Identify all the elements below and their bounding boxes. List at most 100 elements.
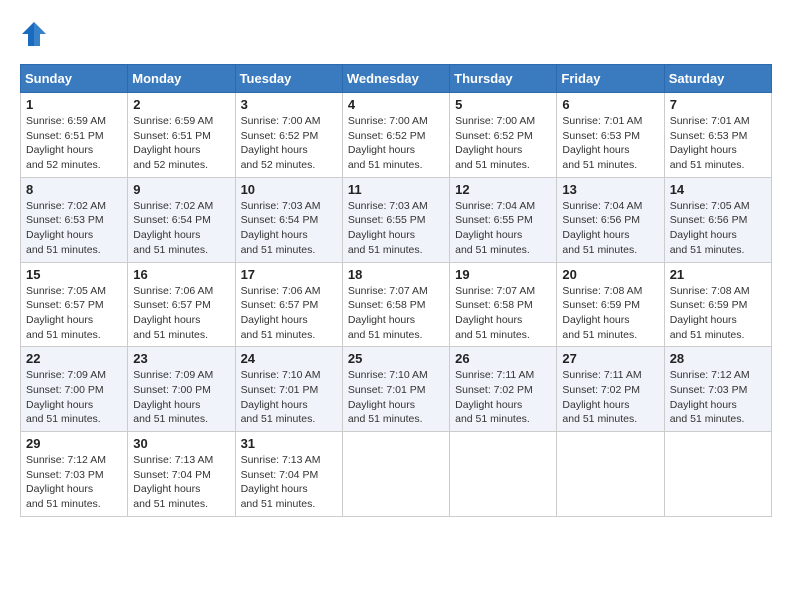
day-info: Sunrise: 7:03 AMSunset: 6:55 PMDaylight … (348, 199, 444, 258)
calendar-cell: 8Sunrise: 7:02 AMSunset: 6:53 PMDaylight… (21, 177, 128, 262)
calendar-cell: 26Sunrise: 7:11 AMSunset: 7:02 PMDayligh… (450, 347, 557, 432)
day-info: Sunrise: 7:00 AMSunset: 6:52 PMDaylight … (241, 114, 337, 173)
day-number: 9 (133, 182, 229, 197)
calendar-cell: 4 Sunrise: 7:00 AMSunset: 6:52 PMDaylight… (342, 93, 449, 178)
calendar-cell: 5 Sunrise: 7:00 AMSunset: 6:52 PMDaylight… (450, 93, 557, 178)
day-info: Sunrise: 7:05 AMSunset: 6:56 PMDaylight … (670, 199, 766, 258)
calendar-cell: 21 Sunrise: 7:08 AMSunset: 6:59 PMDayligh… (664, 262, 771, 347)
day-number: 1 (26, 97, 122, 112)
day-info: Sunrise: 7:05 AMSunset: 6:57 PMDaylight … (26, 284, 122, 343)
calendar-cell: 13Sunrise: 7:04 AMSunset: 6:56 PMDayligh… (557, 177, 664, 262)
day-info: Sunrise: 7:07 AMSunset: 6:58 PMDaylight … (455, 284, 551, 343)
calendar-cell: 20 Sunrise: 7:08 AMSunset: 6:59 PMDayligh… (557, 262, 664, 347)
calendar-cell: 15Sunrise: 7:05 AMSunset: 6:57 PMDayligh… (21, 262, 128, 347)
weekday-header: Monday (128, 65, 235, 93)
weekday-header: Saturday (664, 65, 771, 93)
day-info: Sunrise: 7:11 AMSunset: 7:02 PMDaylight … (562, 368, 658, 427)
calendar-cell: 12 Sunrise: 7:04 AMSunset: 6:55 PMDayligh… (450, 177, 557, 262)
day-info: Sunrise: 7:01 AMSunset: 6:53 PMDaylight … (562, 114, 658, 173)
day-number: 26 (455, 351, 551, 366)
calendar-cell: 31 Sunrise: 7:13 AMSunset: 7:04 PMDayligh… (235, 432, 342, 517)
day-info: Sunrise: 7:12 AMSunset: 7:03 PMDaylight … (26, 453, 122, 512)
calendar-week-row: 29 Sunrise: 7:12 AMSunset: 7:03 PMDayligh… (21, 432, 772, 517)
day-info: Sunrise: 6:59 AMSunset: 6:51 PMDaylight … (133, 114, 229, 173)
day-info: Sunrise: 7:00 AMSunset: 6:52 PMDaylight … (348, 114, 444, 173)
day-info: Sunrise: 7:02 AMSunset: 6:54 PMDaylight … (133, 199, 229, 258)
day-info: Sunrise: 7:07 AMSunset: 6:58 PMDaylight … (348, 284, 444, 343)
day-number: 3 (241, 97, 337, 112)
calendar-cell (450, 432, 557, 517)
day-info: Sunrise: 6:59 AMSunset: 6:51 PMDaylight … (26, 114, 122, 173)
day-number: 17 (241, 267, 337, 282)
day-number: 30 (133, 436, 229, 451)
calendar-cell: 9 Sunrise: 7:02 AMSunset: 6:54 PMDaylight… (128, 177, 235, 262)
day-number: 12 (455, 182, 551, 197)
day-number: 6 (562, 97, 658, 112)
day-info: Sunrise: 7:06 AMSunset: 6:57 PMDaylight … (133, 284, 229, 343)
calendar-cell: 16 Sunrise: 7:06 AMSunset: 6:57 PMDayligh… (128, 262, 235, 347)
calendar-cell: 10 Sunrise: 7:03 AMSunset: 6:54 PMDayligh… (235, 177, 342, 262)
day-info: Sunrise: 7:04 AMSunset: 6:55 PMDaylight … (455, 199, 551, 258)
day-number: 20 (562, 267, 658, 282)
day-info: Sunrise: 7:13 AMSunset: 7:04 PMDaylight … (241, 453, 337, 512)
day-info: Sunrise: 7:03 AMSunset: 6:54 PMDaylight … (241, 199, 337, 258)
day-number: 23 (133, 351, 229, 366)
weekday-header: Sunday (21, 65, 128, 93)
day-number: 5 (455, 97, 551, 112)
calendar-cell: 7 Sunrise: 7:01 AMSunset: 6:53 PMDaylight… (664, 93, 771, 178)
calendar-week-row: 15Sunrise: 7:05 AMSunset: 6:57 PMDayligh… (21, 262, 772, 347)
day-info: Sunrise: 7:00 AMSunset: 6:52 PMDaylight … (455, 114, 551, 173)
calendar-cell: 22 Sunrise: 7:09 AMSunset: 7:00 PMDayligh… (21, 347, 128, 432)
day-number: 10 (241, 182, 337, 197)
weekday-header: Wednesday (342, 65, 449, 93)
day-info: Sunrise: 7:09 AMSunset: 7:00 PMDaylight … (26, 368, 122, 427)
day-info: Sunrise: 7:10 AMSunset: 7:01 PMDaylight … (348, 368, 444, 427)
day-number: 24 (241, 351, 337, 366)
calendar-week-row: 8Sunrise: 7:02 AMSunset: 6:53 PMDaylight… (21, 177, 772, 262)
day-number: 25 (348, 351, 444, 366)
calendar-week-row: 1 Sunrise: 6:59 AMSunset: 6:51 PMDaylight… (21, 93, 772, 178)
calendar-cell (664, 432, 771, 517)
calendar-cell: 30 Sunrise: 7:13 AMSunset: 7:04 PMDayligh… (128, 432, 235, 517)
day-info: Sunrise: 7:13 AMSunset: 7:04 PMDaylight … (133, 453, 229, 512)
weekday-header: Friday (557, 65, 664, 93)
day-info: Sunrise: 7:08 AMSunset: 6:59 PMDaylight … (562, 284, 658, 343)
day-number: 27 (562, 351, 658, 366)
day-number: 14 (670, 182, 766, 197)
calendar-cell: 23 Sunrise: 7:09 AMSunset: 7:00 PMDayligh… (128, 347, 235, 432)
page-header (20, 20, 772, 48)
day-info: Sunrise: 7:10 AMSunset: 7:01 PMDaylight … (241, 368, 337, 427)
weekday-header: Thursday (450, 65, 557, 93)
calendar-cell: 29 Sunrise: 7:12 AMSunset: 7:03 PMDayligh… (21, 432, 128, 517)
calendar-header-row: SundayMondayTuesdayWednesdayThursdayFrid… (21, 65, 772, 93)
calendar-cell: 1 Sunrise: 6:59 AMSunset: 6:51 PMDaylight… (21, 93, 128, 178)
day-info: Sunrise: 7:12 AMSunset: 7:03 PMDaylight … (670, 368, 766, 427)
day-info: Sunrise: 7:01 AMSunset: 6:53 PMDaylight … (670, 114, 766, 173)
calendar-cell: 24 Sunrise: 7:10 AMSunset: 7:01 PMDayligh… (235, 347, 342, 432)
day-number: 19 (455, 267, 551, 282)
calendar-table: SundayMondayTuesdayWednesdayThursdayFrid… (20, 64, 772, 517)
calendar-cell: 27 Sunrise: 7:11 AMSunset: 7:02 PMDayligh… (557, 347, 664, 432)
day-number: 11 (348, 182, 444, 197)
day-number: 21 (670, 267, 766, 282)
day-info: Sunrise: 7:09 AMSunset: 7:00 PMDaylight … (133, 368, 229, 427)
day-number: 31 (241, 436, 337, 451)
day-number: 7 (670, 97, 766, 112)
day-number: 29 (26, 436, 122, 451)
day-number: 16 (133, 267, 229, 282)
day-number: 18 (348, 267, 444, 282)
calendar-cell: 6 Sunrise: 7:01 AMSunset: 6:53 PMDaylight… (557, 93, 664, 178)
logo-icon (20, 20, 48, 48)
calendar-cell (342, 432, 449, 517)
calendar-cell: 3 Sunrise: 7:00 AMSunset: 6:52 PMDaylight… (235, 93, 342, 178)
calendar-cell: 11 Sunrise: 7:03 AMSunset: 6:55 PMDayligh… (342, 177, 449, 262)
calendar-cell: 25 Sunrise: 7:10 AMSunset: 7:01 PMDayligh… (342, 347, 449, 432)
day-number: 4 (348, 97, 444, 112)
day-number: 22 (26, 351, 122, 366)
day-number: 13 (562, 182, 658, 197)
calendar-cell: 17 Sunrise: 7:06 AMSunset: 6:57 PMDayligh… (235, 262, 342, 347)
day-info: Sunrise: 7:06 AMSunset: 6:57 PMDaylight … (241, 284, 337, 343)
day-info: Sunrise: 7:08 AMSunset: 6:59 PMDaylight … (670, 284, 766, 343)
day-info: Sunrise: 7:02 AMSunset: 6:53 PMDaylight … (26, 199, 122, 258)
calendar-cell: 28Sunrise: 7:12 AMSunset: 7:03 PMDayligh… (664, 347, 771, 432)
